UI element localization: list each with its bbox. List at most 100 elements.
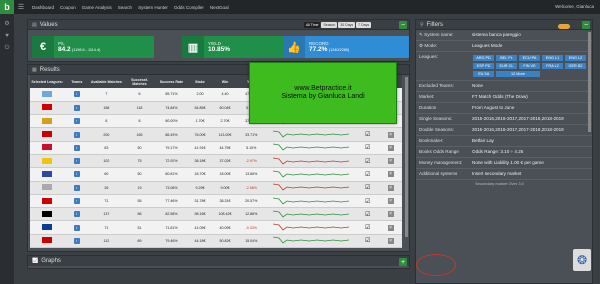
teams-info-button[interactable]: i (73, 198, 80, 205)
teams-info-button[interactable]: i (73, 237, 80, 244)
success-cell: 165 (123, 127, 156, 142)
yield-value: 10.85% (208, 46, 231, 53)
select-cell: ☑ (356, 154, 380, 169)
sparkline (272, 197, 349, 205)
nav-search[interactable]: Search (118, 5, 132, 10)
checkmark-icon[interactable]: ☑ (365, 145, 370, 151)
remove-icon[interactable]: × (387, 158, 394, 165)
checkmark-icon[interactable]: ☑ (365, 132, 370, 138)
nav-game-analysis[interactable]: Game Analysis (82, 5, 112, 10)
remove-icon[interactable]: × (387, 171, 394, 178)
win-cell: 18.00€ (212, 167, 238, 182)
teams-info-button[interactable]: i (73, 91, 80, 98)
remove-icon[interactable]: × (387, 144, 394, 151)
remove-icon[interactable]: × (387, 184, 394, 191)
filter-value[interactable]: Insert secondary market (472, 171, 592, 176)
teams-info-button[interactable]: i (73, 184, 80, 191)
league-chip[interactable]: BEL PL (496, 55, 517, 61)
remove-cell: × (379, 194, 402, 209)
flag-icon (42, 224, 53, 231)
teams-info-button[interactable]: i (73, 144, 80, 151)
thumbs-up-icon: 👍 (283, 36, 305, 58)
checkmark-icon[interactable]: ☑ (365, 238, 370, 244)
nav-dashboard[interactable]: Dashboard (32, 5, 54, 10)
checkmark-icon[interactable]: ☑ (365, 172, 370, 178)
teams-info-button[interactable]: i (73, 104, 80, 111)
teams-cell: i (64, 194, 90, 209)
remove-cell: × (379, 141, 402, 155)
table-row: i 137 86 82.58% 98.16€ 108.42€ 12.86% ☑ × (30, 207, 402, 222)
league-chip[interactable]: ENG L2 (565, 55, 586, 61)
win-cell: 40.09€ (212, 220, 238, 235)
remove-icon[interactable]: × (387, 224, 394, 231)
filters-scrollbar[interactable] (588, 32, 591, 132)
league-chip[interactable]: ECU PA (519, 55, 540, 61)
teams-info-button[interactable]: i (73, 131, 80, 138)
nav-nextgoal[interactable]: NextGoal (210, 5, 229, 10)
teams-cell: i (64, 127, 90, 142)
values-collapse-button[interactable]: − (399, 21, 407, 29)
league-chip[interactable]: 12 More (496, 71, 540, 77)
remove-icon[interactable]: × (387, 131, 394, 138)
filter-value[interactable]: Odds Range: 3.10 ÷ 4.25 (472, 149, 592, 154)
checkmark-icon[interactable]: ☑ (365, 185, 370, 191)
filters-toggle[interactable] (558, 24, 570, 29)
results-scrollbar[interactable] (405, 77, 408, 237)
nav-system-hunter[interactable]: System Hunter (138, 5, 168, 10)
col-win: Win (212, 75, 238, 88)
filter-value[interactable]: 2015-2016,2016-2017,2017-2018,2018-2019 (472, 116, 592, 121)
col-success-rate: Success Rate (155, 75, 188, 88)
power-icon[interactable]: ⏻ (0, 45, 14, 52)
league-chip[interactable]: GER B2 (565, 63, 586, 69)
heart-icon[interactable]: ♥ (0, 33, 14, 39)
league-chip[interactable]: ENG L1 (542, 55, 563, 61)
gear-icon[interactable]: ⚙ (0, 20, 14, 27)
range-30-days[interactable]: 30 Days (338, 22, 356, 28)
filter-value[interactable]: 2015-2016,2016-2017,2017-2018,2018-2019 (472, 127, 592, 132)
remove-icon[interactable]: × (387, 198, 394, 205)
watermark-banner: www.Betpractice.it Sistema by Gianluca L… (249, 62, 397, 124)
range-7-days[interactable]: 7 Days (356, 22, 372, 28)
checkmark-icon[interactable]: ☑ (365, 212, 370, 218)
remove-icon[interactable]: × (387, 211, 394, 218)
graphs-expand-button[interactable]: + (399, 258, 407, 266)
teams-info-button[interactable]: i (73, 211, 80, 218)
teams-info-button[interactable]: i (73, 158, 80, 165)
available-cell: 112 (89, 234, 124, 249)
range-all-time[interactable]: All Time (304, 22, 321, 28)
euro-icon: € (32, 36, 54, 58)
league-chip[interactable]: ITA SA (473, 71, 494, 77)
league-chip[interactable]: ARG PD (473, 55, 494, 61)
teams-info-button[interactable]: i (73, 171, 80, 178)
filters-collapse-button[interactable]: − (582, 21, 590, 29)
checkmark-icon[interactable]: ☑ (365, 199, 370, 205)
filter-value[interactable]: Betfair Lay (472, 138, 592, 143)
menu-icon[interactable]: ☰ (14, 3, 28, 11)
filter-value[interactable]: From August to June (472, 105, 592, 110)
table-row: i 200 165 86.49% 76.00€ 113.00€ 33.71% ☑ × (30, 127, 402, 142)
league-chip[interactable]: FIN VE (519, 63, 540, 69)
rate-cell: 72.92% (155, 154, 188, 169)
teams-info-button[interactable]: i (73, 118, 80, 125)
league-chip[interactable]: EUR CL (496, 63, 517, 69)
filter-label: Excluded Teams: (419, 83, 454, 88)
range-season[interactable]: Season (321, 22, 338, 28)
checkmark-icon[interactable]: ☑ (365, 225, 370, 231)
filter-value[interactable]: FT Match Odds (The Draw) (472, 94, 592, 99)
teams-info-button[interactable]: i (73, 224, 80, 231)
remove-icon[interactable]: × (387, 237, 394, 244)
filter-value[interactable]: Leagues Mode (472, 43, 592, 48)
table-row: i 112 89 79.46% 44.18€ 50.82€ 15.04% ☑ × (30, 234, 402, 249)
checkmark-icon[interactable]: ☑ (365, 159, 370, 165)
app-logo[interactable]: b (0, 0, 14, 14)
nav-odds-compiler[interactable]: Odds Compiler (174, 5, 204, 10)
league-chip[interactable]: ESP PD (473, 63, 494, 69)
win-cell: 9.00€ (212, 181, 238, 195)
filter-value[interactable]: None (472, 83, 592, 88)
sparkline-cell (264, 234, 357, 249)
nav-coupon[interactable]: Coupon (60, 5, 76, 10)
filter-value[interactable]: sistema banca pareggio (472, 32, 592, 37)
welcome-text[interactable]: Welcome, Gianluca (555, 4, 594, 9)
filter-value[interactable]: None with Liability 1.00 € per game (472, 160, 592, 165)
league-chip[interactable]: FRA L2 (542, 63, 563, 69)
